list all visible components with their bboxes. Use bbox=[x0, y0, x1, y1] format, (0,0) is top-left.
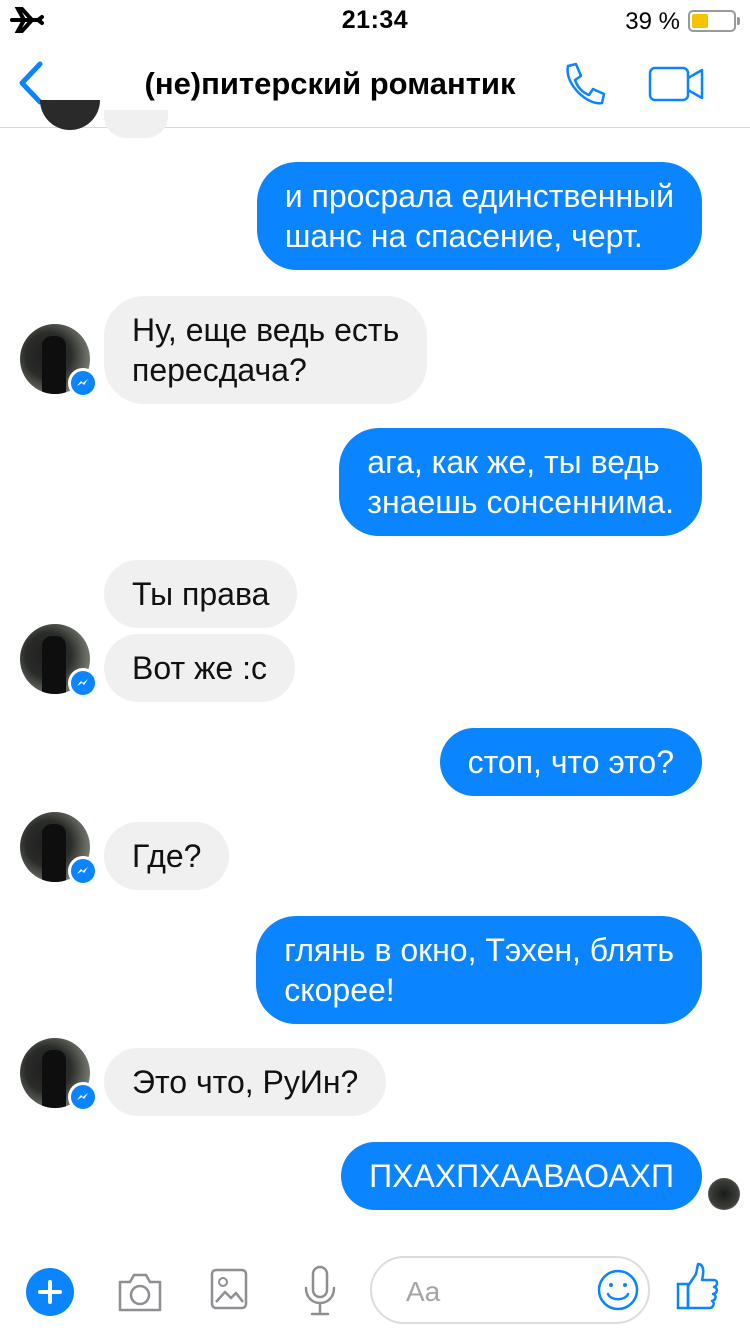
message-outgoing[interactable]: стоп, что это? bbox=[439, 728, 702, 796]
message-incoming[interactable]: Ну, еще ведь есть пересдача? bbox=[104, 296, 428, 404]
read-receipt-avatar bbox=[708, 1178, 740, 1210]
message-incoming[interactable]: Вот же :с bbox=[104, 634, 295, 702]
message-incoming[interactable]: Где? bbox=[104, 822, 230, 890]
phone-icon[interactable] bbox=[558, 60, 608, 110]
messenger-badge-icon bbox=[68, 368, 98, 398]
message-incoming[interactable]: Это что, РуИн? bbox=[104, 1048, 387, 1116]
message-incoming[interactable]: Ты права bbox=[104, 560, 298, 628]
messenger-badge-icon bbox=[68, 668, 98, 698]
image-icon[interactable] bbox=[210, 1268, 248, 1310]
battery-percent: 39 % bbox=[625, 8, 680, 35]
message-composer: Aa bbox=[0, 1248, 750, 1334]
message-outgoing[interactable]: ПХАХПХААВАОАХП bbox=[341, 1142, 702, 1210]
messenger-badge-icon bbox=[68, 1082, 98, 1112]
plus-icon[interactable] bbox=[26, 1268, 74, 1316]
message-outgoing[interactable]: ага, как же, ты ведь знаешь сонсеннима. bbox=[339, 428, 702, 536]
microphone-icon[interactable] bbox=[302, 1264, 338, 1318]
message-input-placeholder: Aa bbox=[406, 1276, 441, 1307]
status-bar: 21:34 39 % bbox=[0, 0, 750, 40]
battery-level bbox=[692, 14, 708, 28]
camera-icon[interactable] bbox=[116, 1270, 164, 1314]
messenger-badge-icon bbox=[68, 856, 98, 886]
message-input[interactable]: Aa bbox=[370, 1256, 650, 1324]
battery-icon bbox=[688, 10, 740, 32]
message-outgoing[interactable]: и просрала единственный шанс на спасение… bbox=[256, 162, 702, 270]
video-camera-icon[interactable] bbox=[648, 64, 706, 104]
smiley-icon[interactable] bbox=[596, 1268, 640, 1312]
thumbs-up-icon[interactable] bbox=[676, 1262, 720, 1312]
message-bubble-partial bbox=[104, 110, 168, 138]
message-outgoing[interactable]: глянь в окно, Тэхен, блять скорее! bbox=[256, 916, 702, 1024]
